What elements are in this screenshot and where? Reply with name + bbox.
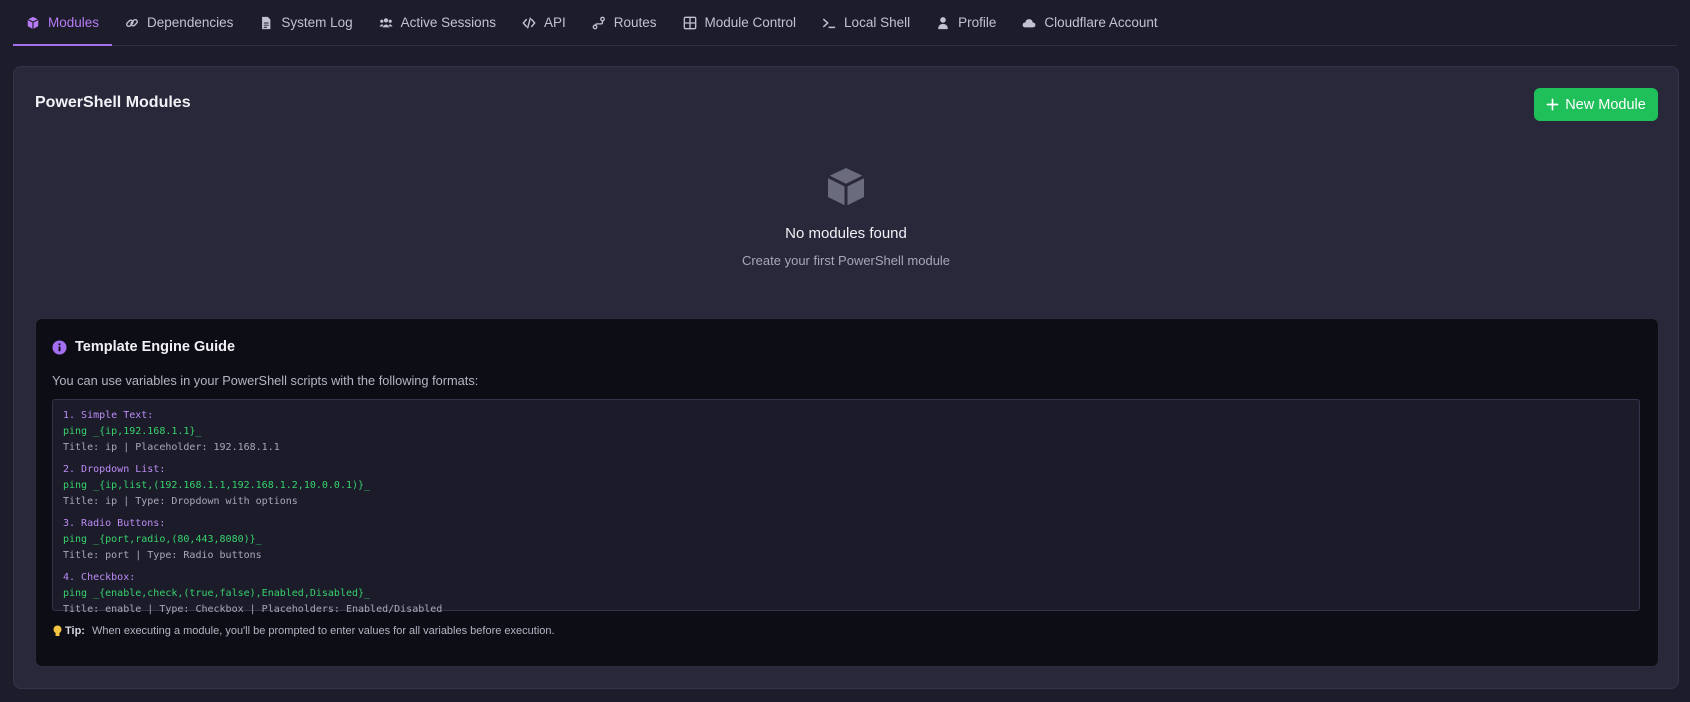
tip-message: When executing a module, you'll be promp… [92,625,555,637]
tab-label: System Log [281,15,353,30]
new-module-button[interactable]: New Module [1534,88,1658,121]
empty-state-title: No modules found [785,225,907,242]
tab-dependencies[interactable]: Dependencies [112,0,246,45]
grid-icon [683,16,697,30]
plus-icon [1546,98,1559,111]
tab-module-control[interactable]: Module Control [670,0,810,45]
example-simple-text: 1. Simple Text: ping _{ip,192.168.1.1}_ … [63,408,1629,456]
guide-title: Template Engine Guide [75,339,236,355]
tab-label: Profile [958,15,997,30]
example-code: ping _{port,radio,(80,443,8080)}_ [63,534,262,545]
user-icon [936,16,950,30]
tab-local-shell[interactable]: Local Shell [809,0,923,45]
empty-state-subtitle: Create your first PowerShell module [741,253,951,268]
tab-cloudflare-account[interactable]: Cloudflare Account [1009,0,1170,45]
example-code: ping _{enable,check,(true,false),Enabled… [63,588,371,599]
terminal-icon [822,16,836,30]
lightbulb-icon [53,625,62,636]
new-module-label: New Module [1565,96,1646,113]
tab-label: Local Shell [844,15,911,30]
example-note: Title: enable | Type: Checkbox | Placeho… [63,604,443,615]
users-icon [379,16,393,30]
cube-icon [26,16,40,30]
tab-label: Dependencies [147,15,234,30]
example-checkbox: 4. Checkbox: ping _{enable,check,(true,f… [63,570,1629,618]
file-icon [259,16,273,30]
tab-label: Module Control [704,15,797,30]
example-heading: 4. Checkbox: [63,572,136,583]
tab-label: Active Sessions [400,15,496,30]
tab-api[interactable]: API [509,0,579,45]
tab-system-log[interactable]: System Log [246,0,365,45]
tab-active-sessions[interactable]: Active Sessions [366,0,509,45]
template-guide: Template Engine Guide You can use variab… [35,318,1659,667]
example-radio-buttons: 3. Radio Buttons: ping _{port,radio,(80,… [63,516,1629,564]
example-note: Title: ip | Type: Dropdown with options [63,496,298,507]
modules-panel: PowerShell Modules New Module No modules… [13,66,1679,689]
tab-modules[interactable]: Modules [13,0,113,46]
code-icon [522,16,536,30]
main-tabs: Modules Dependencies System Log Active S… [13,0,1677,46]
cube-icon [827,168,865,206]
example-heading: 1. Simple Text: [63,410,154,421]
code-examples: 1. Simple Text: ping _{ip,192.168.1.1}_ … [52,399,1640,615]
tab-routes[interactable]: Routes [579,0,670,45]
example-code: ping _{ip,list,(192.168.1.1,192.168.1.2,… [63,480,371,491]
example-dropdown-list: 2. Dropdown List: ping _{ip,list,(192.16… [63,462,1629,510]
tab-label: Cloudflare Account [1044,15,1158,30]
cloud-icon [1022,16,1036,30]
example-code: ping _{ip,192.168.1.1}_ [63,426,202,437]
page-title: PowerShell Modules [35,94,191,111]
example-note: Title: ip | Placeholder: 192.168.1.1 [63,442,280,453]
info-icon [52,339,67,355]
tab-label: API [543,15,566,30]
guide-header: Template Engine Guide [52,339,235,355]
link-icon [125,16,139,30]
route-icon [592,16,606,30]
tab-label: Modules [48,15,100,30]
tab-label: Routes [613,15,657,30]
tip-text: Tip: When executing a module, you'll be … [52,625,555,637]
guide-description: You can use variables in your PowerShell… [52,373,479,388]
tab-profile[interactable]: Profile [923,0,1009,45]
tip-label: Tip: [65,625,85,637]
example-note: Title: port | Type: Radio buttons [63,550,262,561]
example-heading: 2. Dropdown List: [63,464,166,475]
empty-state: No modules found Create your first Power… [14,165,1678,268]
example-heading: 3. Radio Buttons: [63,518,166,529]
